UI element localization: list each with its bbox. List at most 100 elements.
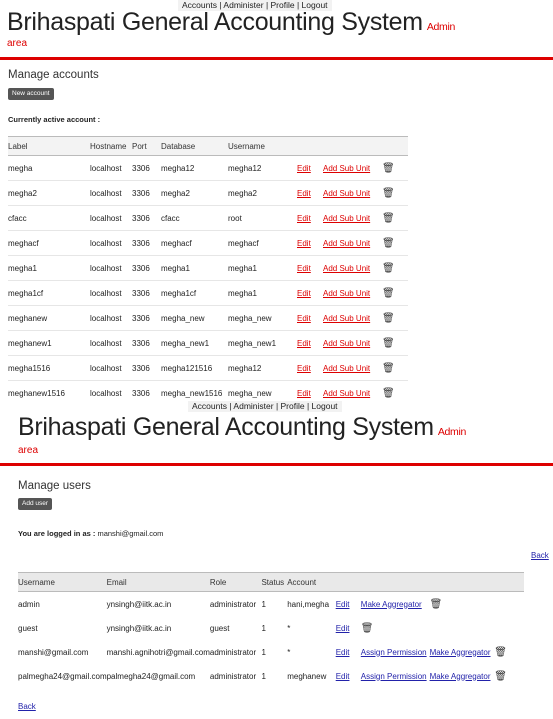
add-sub-unit-link[interactable]: Add Sub Unit <box>323 205 382 231</box>
page-heading: Manage accounts <box>8 69 99 81</box>
edit-link[interactable]: Edit <box>336 616 361 640</box>
add-sub-unit-link[interactable]: Add Sub Unit <box>323 255 382 281</box>
logged-in-info: You are logged in as : manshi@gmail.com <box>18 529 163 538</box>
col-username: Username <box>228 136 297 156</box>
trash-icon[interactable]: 🗑 <box>382 255 408 281</box>
col-delete <box>494 572 524 592</box>
add-sub-unit-link[interactable]: Add Sub Unit <box>323 230 382 256</box>
add-sub-unit-link[interactable]: Add Sub Unit <box>323 280 382 306</box>
col-username: Username <box>18 572 107 592</box>
col-action1 <box>360 572 430 592</box>
new-account-button[interactable]: New account <box>8 88 54 100</box>
col-label: Label <box>8 136 90 156</box>
user-username: guest <box>18 623 38 633</box>
user-status: 1 <box>261 671 266 681</box>
top-nav[interactable]: Accounts | Administer | Profile | Logout <box>188 401 342 412</box>
app-title: Brihaspati General Accounting System Admi… <box>18 413 466 442</box>
edit-link[interactable]: Edit <box>297 230 323 256</box>
action-link-2[interactable]: Make Aggregator <box>430 664 495 688</box>
trash-icon[interactable]: 🗑 <box>382 205 408 231</box>
page-heading: Manage users <box>18 480 91 492</box>
back-link-top[interactable]: Back <box>531 551 549 560</box>
action-link-2[interactable]: Make Aggregator <box>430 640 495 664</box>
add-sub-unit-link[interactable]: Add Sub Unit <box>323 355 382 381</box>
account-username: megha_new <box>228 305 297 331</box>
trash-icon[interactable]: 🗑 <box>382 305 408 331</box>
edit-link[interactable]: Edit <box>297 380 323 403</box>
account-port: 3306 <box>132 380 161 403</box>
account-port: 3306 <box>132 330 161 356</box>
table-row: megha localhost 3306 megha12 megha12 Edit Add … <box>8 155 408 181</box>
trash-icon[interactable]: 🗑 <box>382 330 408 356</box>
trash-icon[interactable]: 🗑 <box>382 355 408 381</box>
account-label: meghanew <box>8 305 90 331</box>
trash-icon[interactable]: 🗑 <box>361 616 430 640</box>
trash-icon[interactable]: 🗑 <box>430 592 495 617</box>
edit-link[interactable]: Edit <box>297 280 323 306</box>
add-sub-unit-link[interactable]: Add Sub Unit <box>323 155 382 181</box>
add-sub-unit-link[interactable]: Add Sub Unit <box>323 380 382 403</box>
col-status: Status <box>261 572 288 592</box>
action-link-1[interactable]: Make Aggregator <box>361 592 430 617</box>
table-row: manshi@gmail.com manshi.agnihotri@gmail.c… <box>18 640 524 664</box>
user-account: meghanew <box>287 671 327 681</box>
admin-label: Admin <box>437 426 467 438</box>
trash-icon[interactable]: 🗑 <box>382 280 408 306</box>
col-email: Email <box>106 572 210 592</box>
edit-link[interactable]: Edit <box>336 664 361 688</box>
account-database: megha_new1516 <box>161 380 228 403</box>
edit-link[interactable]: Edit <box>297 355 323 381</box>
account-label: megha <box>8 155 90 181</box>
account-label: megha1cf <box>8 280 90 306</box>
app-title: Brihaspati General Accounting System Admi… <box>7 8 455 37</box>
table-row: meghanew1516 localhost 3306 megha_new1516 me… <box>8 380 408 403</box>
add-sub-unit-link[interactable]: Add Sub Unit <box>323 305 382 331</box>
edit-link[interactable]: Edit <box>336 640 361 664</box>
trash-icon[interactable]: 🗑 <box>494 664 524 688</box>
trash-icon[interactable]: 🗑 <box>382 180 408 206</box>
col-hostname: Hostname <box>90 136 132 156</box>
add-sub-unit-link[interactable]: Add Sub Unit <box>323 330 382 356</box>
col-role: Role <box>209 572 262 592</box>
edit-link[interactable]: Edit <box>297 180 323 206</box>
table-row: guest ynsingh@iitk.ac.in guest 1 * Edit 🗑 <box>18 616 524 640</box>
account-database: megha12 <box>161 155 228 181</box>
empty-cell <box>494 616 524 640</box>
logged-in-email: manshi@gmail.com <box>97 529 164 538</box>
empty-cell <box>430 616 495 640</box>
table-header-row: Label Hostname Port Database Username <box>8 136 408 156</box>
account-username: megha_new1 <box>228 330 297 356</box>
edit-link[interactable]: Edit <box>297 255 323 281</box>
user-account: hani,megha <box>287 599 330 609</box>
trash-icon[interactable]: 🗑 <box>382 380 408 403</box>
edit-link[interactable]: Edit <box>297 155 323 181</box>
account-label: meghanew1516 <box>8 380 90 403</box>
table-row: megha1516 localhost 3306 megha121516 megha12… <box>8 355 408 381</box>
edit-link[interactable]: Edit <box>297 305 323 331</box>
trash-icon[interactable]: 🗑 <box>382 155 408 181</box>
user-status: 1 <box>261 623 266 633</box>
add-user-button[interactable]: Add user <box>18 498 53 510</box>
account-username: megha_new <box>228 380 297 403</box>
empty-cell <box>494 592 524 617</box>
account-username: megha1 <box>228 255 297 281</box>
edit-link[interactable]: Edit <box>297 205 323 231</box>
users-page: Accounts | Administer | Profile | Logout… <box>0 401 553 719</box>
top-nav-links[interactable]: Accounts | Administer | Profile | Logout <box>192 401 338 411</box>
user-role: administrator <box>209 647 257 657</box>
user-email: ynsingh@iitk.ac.in <box>106 599 172 609</box>
account-database: megha_new <box>161 305 228 331</box>
trash-icon[interactable]: 🗑 <box>382 230 408 256</box>
col-delete <box>382 136 408 156</box>
edit-link[interactable]: Edit <box>297 330 323 356</box>
active-account-label: Currently active account : <box>8 115 101 124</box>
add-sub-unit-link[interactable]: Add Sub Unit <box>323 180 382 206</box>
back-link-bottom[interactable]: Back <box>18 702 36 711</box>
account-hostname: localhost <box>90 205 132 231</box>
action-link-1[interactable]: Assign Permission <box>361 640 430 664</box>
account-label: meghacf <box>8 230 90 256</box>
edit-link[interactable]: Edit <box>336 592 361 617</box>
action-link-1[interactable]: Assign Permission <box>361 664 430 688</box>
account-username: megha1 <box>228 280 297 306</box>
trash-icon[interactable]: 🗑 <box>494 640 524 664</box>
